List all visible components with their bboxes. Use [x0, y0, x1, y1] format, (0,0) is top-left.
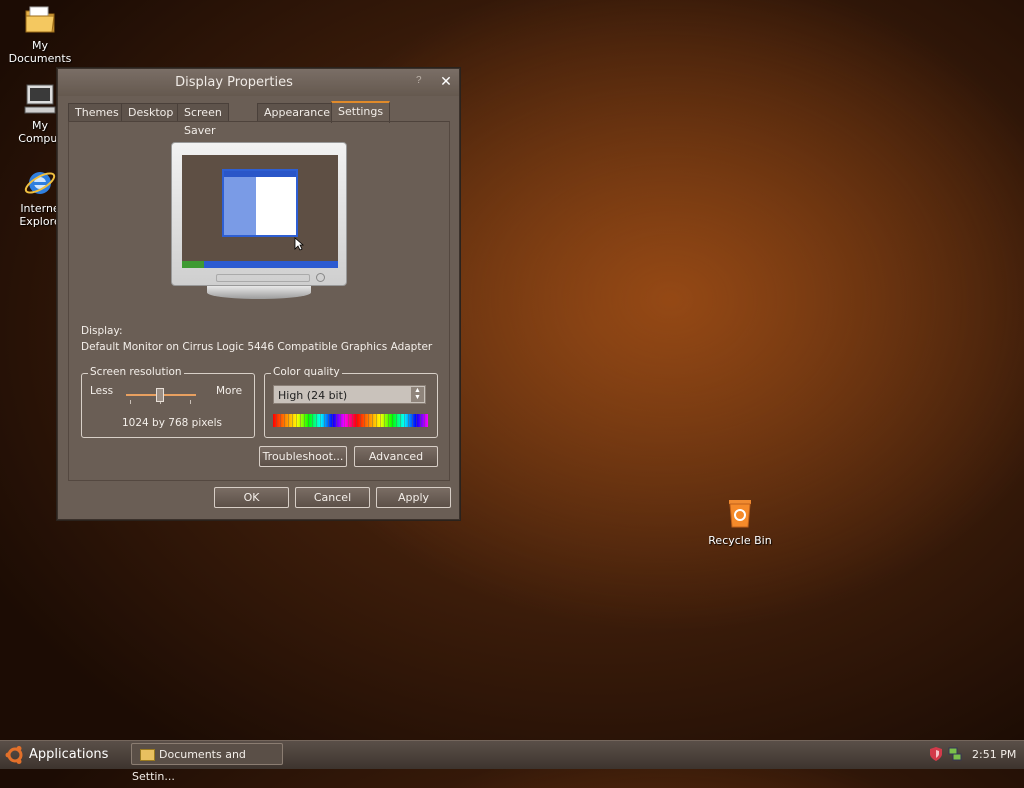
apply-button[interactable]: Apply [376, 487, 451, 508]
monitor-stand [207, 286, 311, 299]
slider-thumb[interactable] [156, 388, 164, 402]
cursor-icon [294, 237, 304, 251]
desktop-icon-my-documents[interactable]: My Documents [0, 2, 80, 65]
monitor-screen-preview [182, 155, 338, 268]
recycle-bin-icon [723, 497, 757, 531]
advanced-button[interactable]: Advanced [354, 446, 438, 467]
dialog-title: Display Properties [175, 75, 293, 90]
folder-icon [23, 2, 57, 36]
tab-themes[interactable]: Themes [68, 103, 126, 122]
computer-icon [23, 82, 57, 116]
color-quality-select[interactable]: High (24 bit) ▲ ▼ [273, 385, 426, 404]
applications-label: Applications [29, 747, 109, 762]
monitor-frame [171, 142, 347, 286]
desktop-icon-label: Documents [8, 52, 72, 65]
shield-icon[interactable] [930, 747, 942, 761]
resolution-slider[interactable] [126, 388, 196, 406]
desktop-icon-label: Recycle Bin [708, 534, 772, 547]
resolution-more-label: More [216, 385, 243, 397]
display-label: Display: [81, 325, 123, 337]
preview-start-button [182, 261, 204, 268]
cancel-button[interactable]: Cancel [295, 487, 370, 508]
settings-panel: Display: Default Monitor on Cirrus Logic… [68, 121, 450, 481]
screen-resolution-group: Screen resolution Less More 1024 by 768 … [81, 366, 255, 438]
folder-icon [140, 749, 155, 761]
title-bar[interactable]: Display Properties ? ✕ [58, 69, 459, 96]
tab-screen-saver[interactable]: Screen Saver [177, 103, 229, 137]
ok-button[interactable]: OK [214, 487, 289, 508]
preview-taskbar [182, 261, 338, 268]
select-arrow-icon[interactable]: ▲ ▼ [411, 387, 424, 402]
clock[interactable]: 2:51 PM [972, 743, 1016, 767]
tab-desktop[interactable]: Desktop [121, 103, 181, 122]
color-quality-value: High (24 bit) [278, 389, 348, 402]
desktop-icon-recycle-bin[interactable]: Recycle Bin [700, 497, 780, 547]
color-spectrum-bar [273, 414, 428, 427]
desktop-icon-label: My [31, 39, 48, 52]
ubuntu-logo-icon [5, 745, 23, 764]
help-button[interactable]: ? [416, 75, 422, 86]
resolution-less-label: Less [90, 385, 114, 397]
display-value: Default Monitor on Cirrus Logic 5446 Com… [81, 341, 433, 353]
internet-explorer-icon [23, 165, 57, 199]
taskbar-window-button[interactable]: Documents and Settin... [131, 743, 283, 783]
tab-appearance[interactable]: Appearance [257, 103, 338, 122]
color-quality-title: Color quality [271, 366, 342, 378]
close-button[interactable]: ✕ [437, 72, 455, 90]
applications-menu[interactable]: Applications [5, 743, 108, 767]
resolution-value: 1024 by 768 pixels [122, 417, 222, 429]
troubleshoot-button[interactable]: Troubleshoot... [259, 446, 347, 467]
tab-settings[interactable]: Settings [331, 101, 391, 123]
preview-window [222, 169, 298, 237]
monitor-preview [171, 142, 347, 299]
color-quality-group: Color quality High (24 bit) ▲ ▼ [264, 366, 438, 438]
display-properties-dialog: Display Properties ? ✕ Themes Desktop Sc… [57, 68, 460, 520]
taskbar: Applications Documents and Settin... 2:5… [0, 740, 1024, 783]
screen-resolution-title: Screen resolution [88, 366, 184, 378]
network-icon[interactable] [948, 747, 962, 761]
